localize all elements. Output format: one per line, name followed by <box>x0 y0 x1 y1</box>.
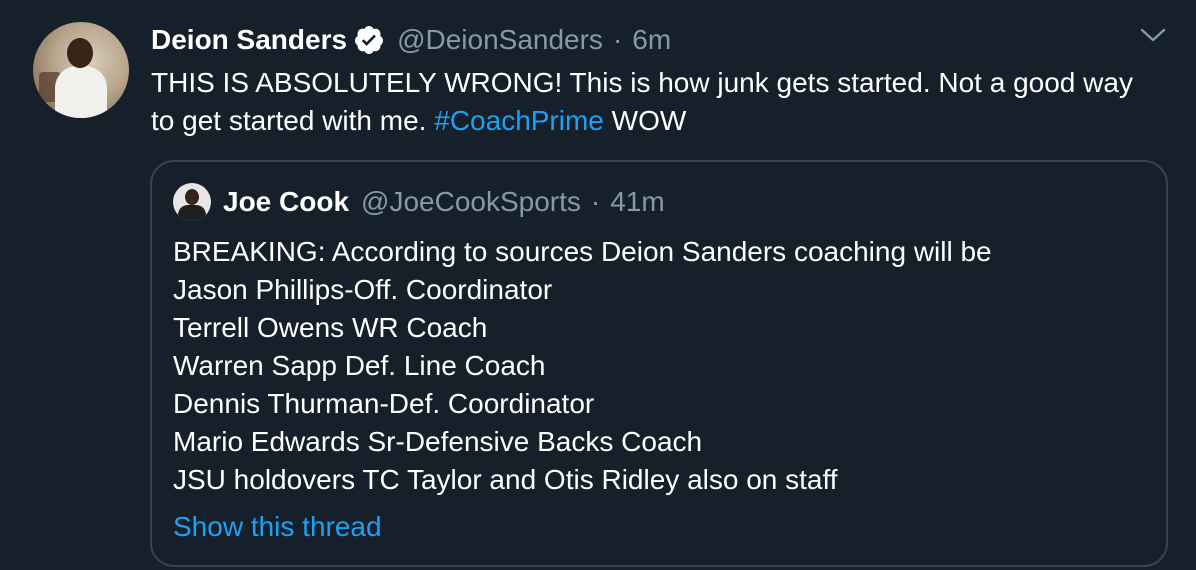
author-handle[interactable]: @DeionSanders <box>397 24 603 56</box>
show-thread-link[interactable]: Show this thread <box>173 508 382 546</box>
quoted-tweet-text: BREAKING: According to sources Deion San… <box>173 233 1133 499</box>
quoted-text-line: JSU holdovers TC Taylor and Otis Ridley … <box>173 464 838 495</box>
quoted-author-name: Joe Cook <box>223 186 350 217</box>
tweet: Deion Sanders @DeionSanders · 6m THIS IS… <box>0 0 1196 570</box>
avatar-figure-body <box>55 66 107 118</box>
chevron-down-icon[interactable] <box>1140 26 1166 46</box>
header-separator: · <box>612 24 623 55</box>
quoted-text-line: Dennis Thurman-Def. Coordinator <box>173 388 595 419</box>
quoted-header-separator: · <box>590 186 601 217</box>
quoted-text-line: Jason Phillips-Off. Coordinator <box>173 274 553 305</box>
tweet-text-after: WOW <box>603 105 687 136</box>
quoted-avatar-figure-head <box>185 189 199 205</box>
quoted-text-line: Warren Sapp Def. Line Coach <box>173 350 546 381</box>
verified-badge-icon <box>355 26 384 54</box>
tweet-timestamp[interactable]: 6m <box>632 24 671 56</box>
quoted-text-line: Terrell Owens WR Coach <box>173 312 488 343</box>
avatar-figure-head <box>67 38 93 68</box>
quoted-text-line: Mario Edwards Sr-Defensive Backs Coach <box>173 426 703 457</box>
quoted-avatar-figure-body <box>178 205 206 221</box>
quoted-author-handle: @JoeCookSports <box>361 186 581 217</box>
quoted-tweet-header: Joe Cook @JoeCookSports · 41m <box>223 182 665 222</box>
quoted-text-line: BREAKING: According to sources Deion San… <box>173 236 992 267</box>
quoted-author-avatar <box>173 183 211 221</box>
hashtag-link[interactable]: #CoachPrime <box>434 105 604 136</box>
tweet-header: Deion Sanders @DeionSanders · 6m <box>151 22 671 58</box>
tweet-text: THIS IS ABSOLUTELY WRONG! This is how ju… <box>151 64 1161 140</box>
author-avatar[interactable] <box>33 22 129 118</box>
author-name[interactable]: Deion Sanders <box>151 24 347 56</box>
quoted-tweet-timestamp: 41m <box>610 186 665 217</box>
quoted-tweet-card[interactable]: Joe Cook @JoeCookSports · 41m BREAKING: … <box>150 160 1168 567</box>
